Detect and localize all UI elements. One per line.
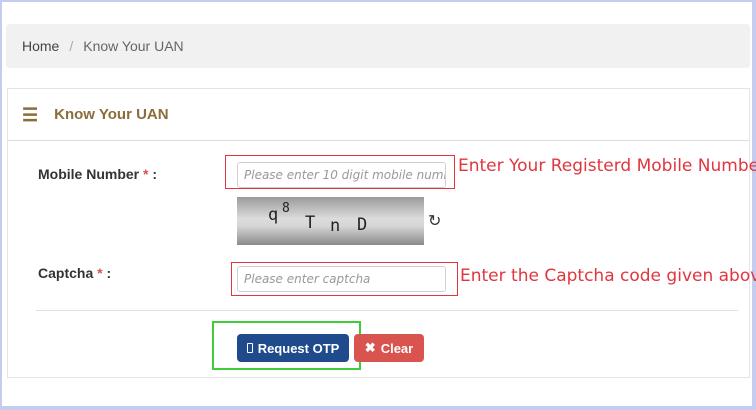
breadcrumb-current: Know Your UAN — [83, 38, 184, 54]
hamburger-icon: ☰ — [22, 104, 39, 125]
mobile-label: Mobile Number * : — [38, 166, 157, 182]
captcha-input[interactable] — [237, 266, 446, 292]
captcha-label-text: Captcha — [38, 265, 94, 281]
request-otp-button[interactable]: Request OTP — [237, 334, 349, 362]
clear-label: Clear — [380, 340, 414, 356]
breadcrumb: Home / Know Your UAN — [6, 24, 750, 68]
captcha-required-mark: * — [97, 265, 103, 281]
captcha-label-colon: : — [106, 265, 112, 281]
captcha-char: n — [330, 216, 343, 236]
request-otp-label: Request OTP — [257, 340, 340, 356]
mobile-icon — [246, 343, 253, 353]
mobile-label-text: Mobile Number — [38, 166, 140, 182]
refresh-icon[interactable]: ↻ — [428, 211, 441, 231]
mobile-required-mark: * — [143, 166, 149, 182]
panel-title: Know Your UAN — [54, 106, 169, 123]
mobile-label-colon: : — [152, 166, 158, 182]
captcha-char: 8 — [282, 201, 292, 216]
breadcrumb-separator: / — [69, 38, 74, 54]
breadcrumb-home[interactable]: Home — [22, 38, 59, 54]
captcha-image: q 8 T n D — [237, 197, 424, 245]
close-icon: ✖ — [364, 340, 376, 355]
captcha-char: T — [305, 213, 318, 233]
clear-button[interactable]: ✖ Clear — [354, 334, 424, 362]
captcha-label: Captcha * : — [38, 265, 111, 281]
form-divider — [36, 310, 738, 311]
captcha-char: D — [357, 215, 370, 235]
captcha-char: q — [268, 205, 281, 225]
captcha-annotation: Enter the Captcha code given above — [460, 266, 756, 286]
mobile-annotation: Enter Your Registerd Mobile Number — [458, 156, 756, 176]
panel-header: ☰ Know Your UAN — [8, 89, 749, 141]
mobile-number-input[interactable] — [237, 162, 446, 188]
